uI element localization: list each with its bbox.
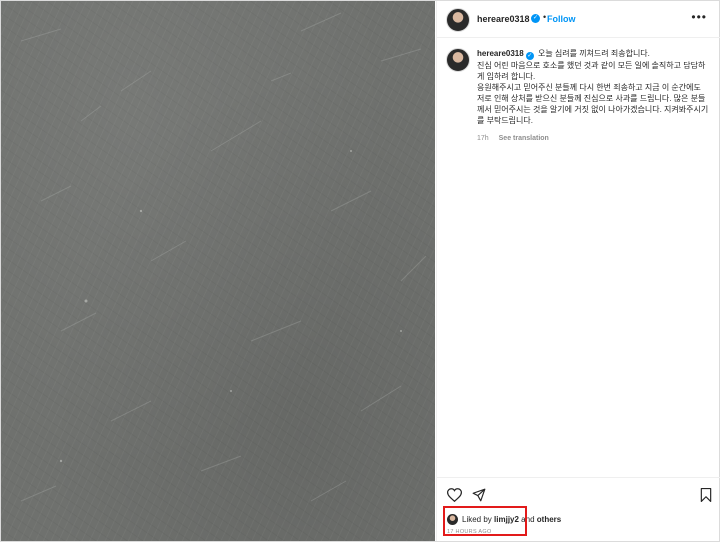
see-translation-link[interactable]: See translation bbox=[499, 135, 549, 142]
author-avatar[interactable] bbox=[446, 8, 470, 32]
caption-username[interactable]: hereare0318 bbox=[477, 49, 524, 58]
heart-icon[interactable] bbox=[447, 488, 462, 502]
caption-meta: 17h See translation bbox=[477, 135, 549, 142]
bookmark-icon[interactable] bbox=[700, 488, 712, 502]
share-icon[interactable] bbox=[472, 488, 486, 502]
photo-scratch-texture bbox=[20, 12, 427, 502]
highlight-box bbox=[443, 506, 527, 536]
post-side-panel: hereare0318 ✓ • Follow ••• hereare0318 ✓ … bbox=[436, 1, 720, 541]
more-icon[interactable]: ••• bbox=[691, 10, 707, 24]
separator-dot: • bbox=[543, 12, 547, 22]
caption-text: hereare0318 ✓ 오늘 심려를 끼쳐드려 죄송합니다. 진심 어린 마음… bbox=[477, 48, 709, 126]
follow-button[interactable]: Follow bbox=[547, 14, 576, 24]
caption-line-3: 응원해주시고 믿어주신 분들께 다시 한번 죄송하고 지금 이 순간에도 저로 … bbox=[477, 83, 709, 125]
caption-line-2: 진심 어린 마음으로 호소를 했던 것과 같이 모든 일에 솔직하고 담담하게 … bbox=[477, 61, 706, 81]
author-username[interactable]: hereare0318 bbox=[477, 14, 530, 24]
liked-by-others[interactable]: others bbox=[537, 515, 561, 524]
verified-icon: ✓ bbox=[525, 52, 534, 60]
post-frame: hereare0318 ✓ • Follow ••• hereare0318 ✓ … bbox=[0, 0, 720, 542]
verified-icon: ✓ bbox=[531, 14, 540, 23]
caption-line-1: 오늘 심려를 끼쳐드려 죄송합니다. bbox=[537, 49, 650, 58]
post-header: hereare0318 ✓ • Follow ••• bbox=[437, 1, 720, 38]
caption-avatar[interactable] bbox=[446, 48, 470, 72]
post-photo[interactable] bbox=[1, 1, 435, 541]
caption-time: 17h bbox=[477, 135, 489, 142]
